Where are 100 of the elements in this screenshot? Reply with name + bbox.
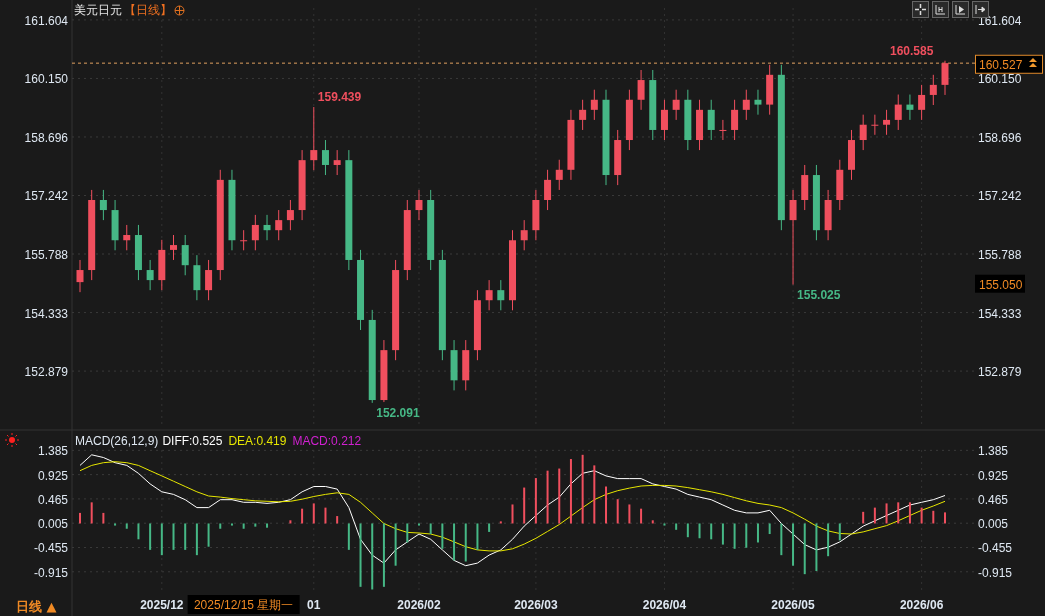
histogram-bar [651,520,654,524]
histogram-bar [581,454,584,524]
candlestick [99,189,107,221]
histogram-bar [207,523,210,547]
candlestick [275,209,283,241]
axis-label: -0.915 [33,565,68,580]
axis-label: 158.696 [24,130,68,145]
histogram-bar [628,504,631,524]
candlestick [731,99,739,141]
histogram-bar [932,510,935,524]
axis-label: 1.385 [37,444,68,459]
axis-label: 157.242 [978,189,1022,204]
candlestick [590,89,598,121]
axis-label: 154.333 [978,306,1022,321]
axis-label: 157.242 [24,189,68,204]
histogram-bar [815,523,818,571]
histogram-bar [698,523,701,539]
candlestick [906,94,914,121]
histogram-bar [347,523,350,550]
candlestick [146,259,154,291]
zoom-in-icon[interactable] [932,1,949,18]
candlestick [76,259,84,293]
histogram-bar [511,504,514,524]
candlestick [380,339,388,403]
histogram-bar [663,523,666,526]
chart-title: 美元日元 [74,2,122,19]
histogram-bar [838,523,841,541]
play-icon[interactable] [952,1,969,18]
candlestick [111,199,119,251]
date-label: 2026/06 [899,598,944,612]
settings-icon[interactable] [4,432,20,448]
candlestick [707,99,715,141]
candlestick [918,84,926,121]
histogram-bar [908,502,911,524]
axis-label: 158.696 [978,130,1022,145]
histogram-bar [172,523,175,550]
crosshair-price-label: 155.050 [975,274,1025,293]
axis-label: 0.005 [978,517,1009,532]
candlestick [193,254,201,301]
add-icon[interactable] [174,5,185,16]
axis-label: 1.385 [978,444,1009,459]
candlestick [286,199,294,231]
histogram-bar [394,523,397,566]
macd-value: MACD:0.212 [292,434,362,448]
histogram-bar [359,523,362,587]
move-right-icon[interactable] [972,1,989,18]
histogram-bar [546,470,549,524]
candlestick [579,99,587,131]
histogram-bar [499,521,502,524]
axis-label: -0.455 [978,541,1013,556]
candlestick [532,189,540,241]
histogram-bar [382,523,385,587]
axis-label: 0.465 [978,492,1009,507]
candlestick [567,109,575,181]
axis-label: -0.915 [978,565,1013,580]
histogram-bar [184,523,187,550]
candlestick [696,99,704,151]
candlestick [333,149,341,176]
candlestick [684,89,692,151]
candlestick [544,169,552,211]
candlestick [871,114,879,136]
candlestick [462,339,470,391]
dea-value: DEA:0.419 [228,434,287,448]
histogram-bar [616,499,619,524]
axis-label: 0.005 [37,517,68,532]
candlestick [625,89,633,151]
histogram-bar [160,523,163,556]
price-label: 159.439 [317,90,362,105]
candlestick [766,64,774,116]
candlestick [485,279,493,311]
indicator-title: MACD(26,12,9) [75,434,159,448]
crosshair-icon[interactable] [912,1,929,18]
axis-label: -0.455 [33,541,68,556]
candlestick [637,69,645,111]
period-button[interactable]: 日线 ▲ [16,599,57,614]
histogram-bar [569,459,572,524]
histogram-bar [289,520,292,524]
date-label: 2026/02 [397,598,441,612]
candlestick [555,159,563,191]
histogram-bar [885,503,888,524]
histogram-bar [114,523,117,526]
histogram-bar [780,523,783,556]
histogram-bar [371,523,374,590]
candlestick [929,74,937,106]
histogram-bar [266,523,269,528]
histogram-bar [534,478,537,524]
histogram-bar [90,502,93,524]
histogram-bar [464,523,467,562]
candlestick [801,164,809,211]
histogram-bar [219,523,222,529]
candlestick [240,229,248,251]
axis-label: 161.604 [24,13,68,28]
price-label: 152.091 [376,405,420,420]
date-label: 2025/12 [140,598,184,612]
candlestick [672,89,680,121]
histogram-bar [488,523,491,532]
candlestick [181,234,189,276]
histogram-bar [920,507,923,524]
candlestick [520,219,528,251]
histogram-bar [686,523,689,538]
